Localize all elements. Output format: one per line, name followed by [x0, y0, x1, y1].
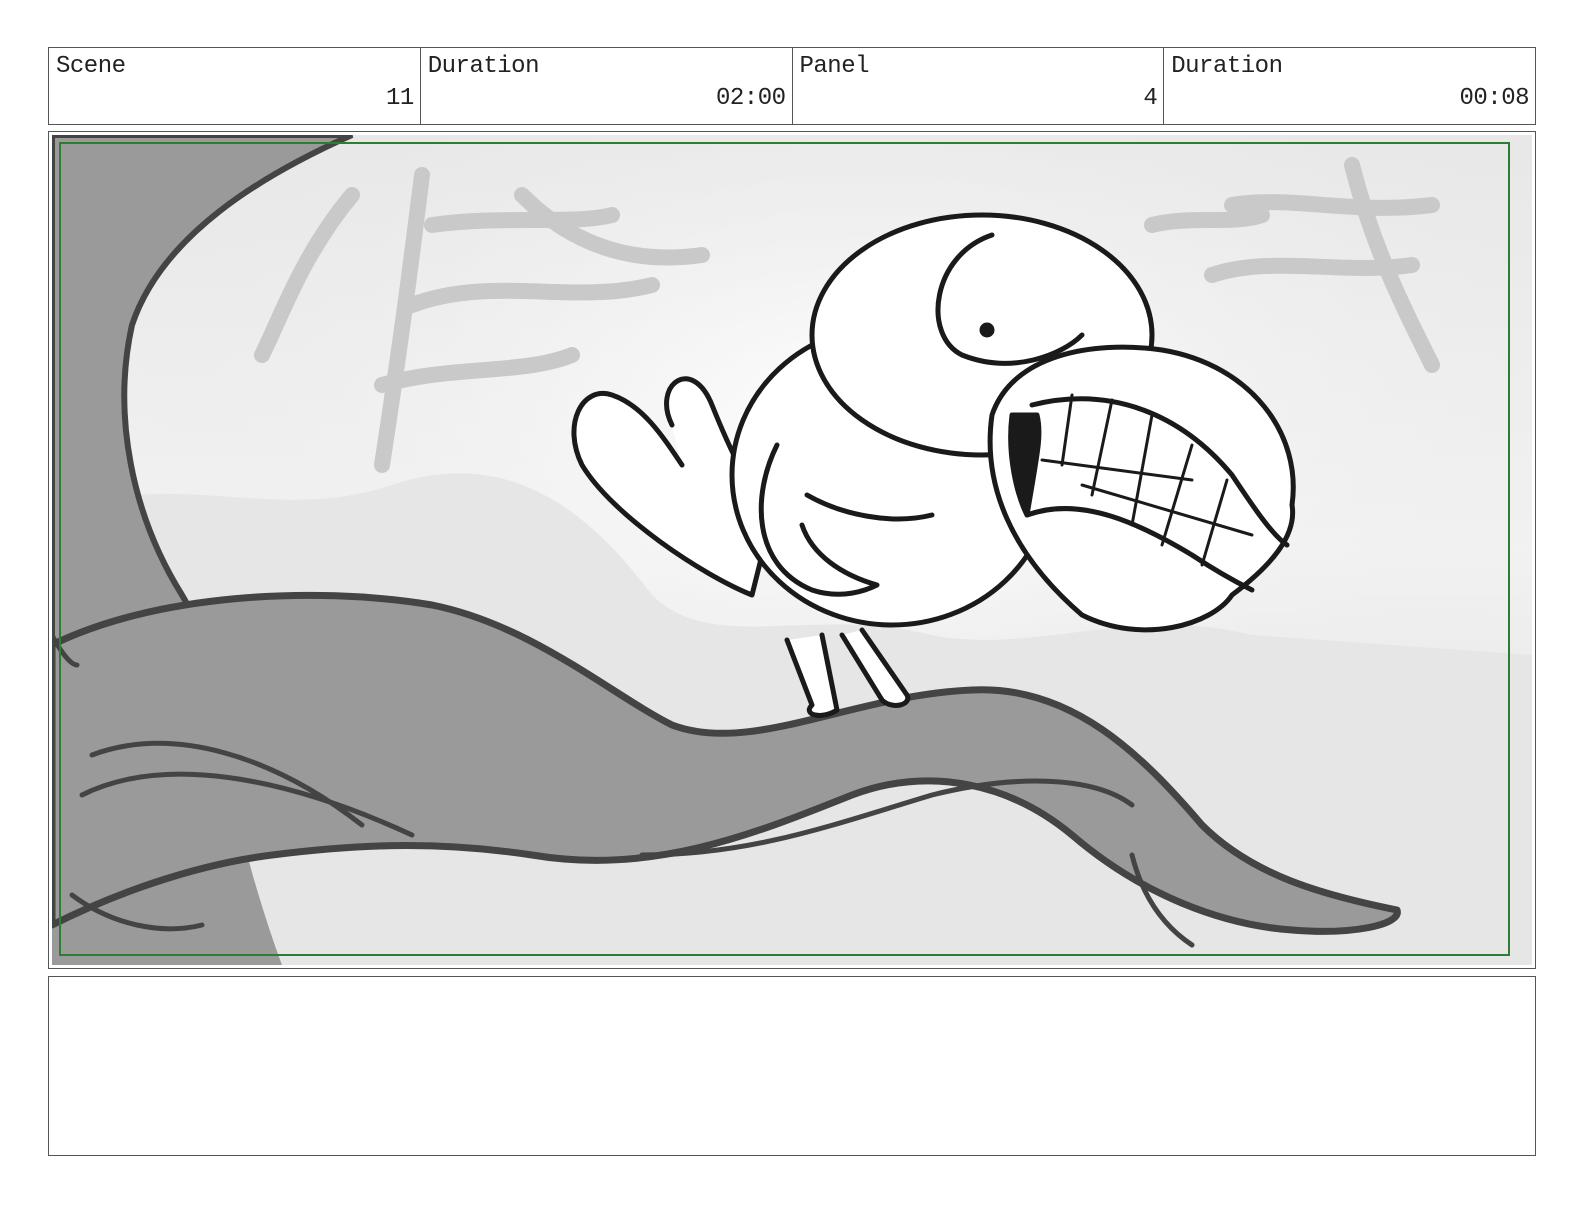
- scene-duration-label: Duration: [427, 53, 540, 80]
- bird-pupil: [979, 322, 995, 338]
- scene-value: 11: [385, 85, 414, 112]
- panel-notes-box[interactable]: [48, 976, 1536, 1156]
- panel-duration-label: Duration: [1171, 53, 1283, 80]
- scene-duration-value: 02:00: [715, 85, 786, 112]
- scene-duration-field: Duration 02:00: [421, 48, 793, 124]
- panel-duration-value: 00:08: [1459, 85, 1529, 112]
- storyboard-panel-frame: [48, 131, 1536, 969]
- panel-label: Panel: [799, 53, 870, 80]
- scene-field: Scene 11: [49, 48, 421, 124]
- panel-info-header: Scene 11 Duration 02:00 Panel 4 Duration…: [48, 47, 1536, 125]
- storyboard-drawing: [52, 135, 1532, 965]
- panel-duration-field: Duration 00:08: [1164, 48, 1535, 124]
- scene-label: Scene: [56, 53, 126, 80]
- panel-field: Panel 4: [793, 48, 1165, 124]
- panel-value: 4: [1143, 85, 1158, 112]
